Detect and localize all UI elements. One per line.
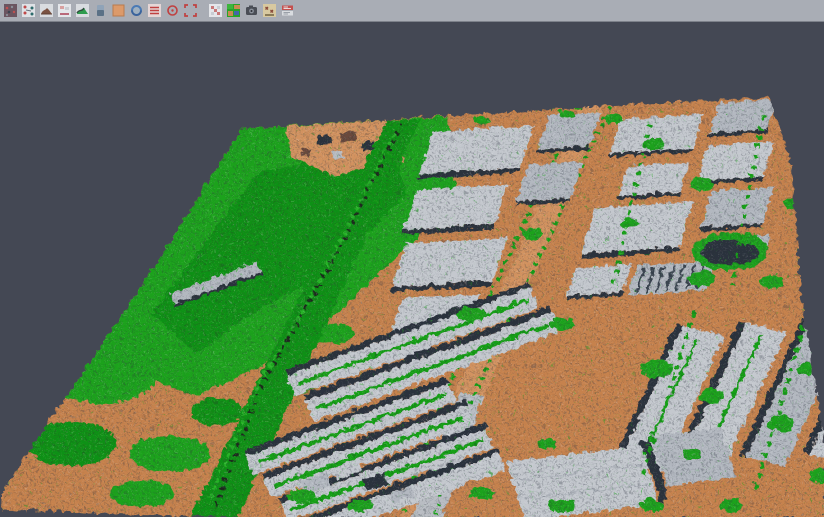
scalar-bar-icon[interactable] [92,2,109,20]
selection-icon[interactable] [207,2,224,20]
orthoimage-icon[interactable] [110,2,127,20]
terrain-classified-icon[interactable] [74,2,91,20]
camera-icon[interactable] [243,2,260,20]
pick-center-icon[interactable] [164,2,181,20]
3d-viewport[interactable] [0,22,824,517]
report-icon[interactable] [279,2,296,20]
point-cloud-icon[interactable] [2,2,19,20]
classification-map-icon[interactable] [225,2,242,20]
clipping-box-icon[interactable] [56,2,73,20]
crop-marks-icon[interactable] [182,2,199,20]
align-points-icon[interactable] [20,2,37,20]
layers-icon[interactable] [146,2,163,20]
measurement-icon[interactable] [261,2,278,20]
terrain-model-icon[interactable] [38,2,55,20]
toolbar [0,0,824,22]
app-window [0,0,824,517]
rotate-view-icon[interactable] [128,2,145,20]
